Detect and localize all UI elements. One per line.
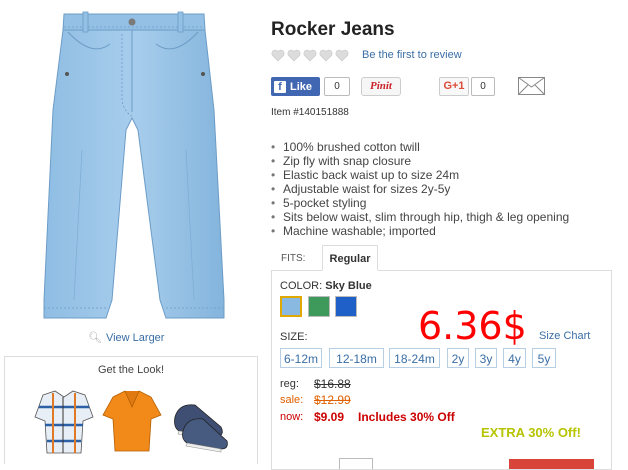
pinterest-pinit-button[interactable]: Pinit (361, 77, 401, 96)
feature-item: Elastic back waist up to size 24m (271, 168, 569, 182)
heart-icon (335, 49, 349, 62)
first-review-link[interactable]: Be the first to review (362, 49, 462, 61)
add-to-bag-button[interactable] (509, 459, 594, 469)
discount-note: Includes 30% Off (358, 410, 455, 424)
feature-item: Sits below waist, slim through hip, thig… (271, 210, 569, 224)
extra-off-promo: EXTRA 30% Off! (481, 425, 581, 440)
size-option[interactable]: 18-24m (389, 348, 440, 368)
feature-item: Adjustable waist for sizes 2y-5y (271, 182, 569, 196)
look-item-plaid-shirt[interactable] (33, 387, 95, 457)
feature-item: 5-pocket styling (271, 196, 569, 210)
product-title: Rocker Jeans (271, 19, 395, 40)
view-larger-link[interactable]: 🔍︎ View Larger (88, 331, 165, 345)
size-option[interactable]: 5y (532, 348, 556, 368)
magnifier-icon: 🔍︎ (88, 332, 102, 344)
heart-icon (271, 49, 285, 62)
overlay-price: 6.36$ (418, 304, 527, 348)
color-label-text: COLOR: (280, 280, 323, 292)
heart-icon (287, 49, 301, 62)
tab-fit-regular[interactable]: Regular (322, 245, 378, 271)
facebook-like-button[interactable]: f Like (271, 77, 320, 96)
view-larger-label: View Larger (105, 331, 165, 344)
size-option[interactable]: 2y (447, 348, 469, 368)
regular-price-label: reg: (280, 378, 299, 390)
feature-item: Zip fly with snap closure (271, 154, 569, 168)
feature-item: 100% brushed cotton twill (271, 140, 569, 154)
feature-item: Machine washable; imported (271, 224, 569, 238)
rating-hearts (271, 49, 349, 62)
size-label: SIZE: (280, 331, 308, 343)
google-plus-button[interactable]: G+1 (439, 77, 469, 96)
selected-color-name: Sky Blue (325, 280, 372, 292)
heart-icon (303, 49, 317, 62)
now-price-label: now: (280, 411, 304, 423)
facebook-like-count: 0 (324, 77, 350, 96)
feature-list: 100% brushed cotton twillZip fly with sn… (271, 140, 569, 238)
facebook-icon: f (274, 80, 286, 93)
color-swatch[interactable] (335, 296, 357, 317)
size-option[interactable]: 4y (503, 348, 526, 368)
size-option[interactable]: 12-18m (329, 348, 384, 368)
size-option[interactable]: 3y (475, 348, 497, 368)
color-label: COLOR: Sky Blue (280, 280, 372, 292)
look-item-slip-on-shoes[interactable] (169, 387, 231, 457)
size-chart-link[interactable]: Size Chart (539, 330, 590, 342)
fits-label: FITS: (281, 253, 306, 264)
look-item-orange-polo[interactable] (101, 387, 163, 457)
now-price: $9.09 (314, 410, 345, 424)
get-the-look-title: Get the Look! (97, 364, 165, 376)
product-image[interactable] (0, 0, 260, 328)
google-plus-count: 0 (471, 77, 495, 96)
sale-price: $12.99 (314, 393, 351, 407)
color-swatch[interactable] (308, 296, 330, 317)
heart-icon (319, 49, 333, 62)
email-icon[interactable] (518, 77, 545, 95)
regular-price: $16.88 (314, 377, 351, 391)
item-number: Item #140151888 (271, 107, 349, 118)
color-swatch[interactable] (280, 296, 302, 317)
size-option[interactable]: 6-12m (280, 348, 322, 368)
get-the-look-panel: Get the Look! (4, 356, 258, 464)
facebook-like-label: Like (290, 80, 313, 93)
sale-price-label: sale: (280, 394, 304, 406)
